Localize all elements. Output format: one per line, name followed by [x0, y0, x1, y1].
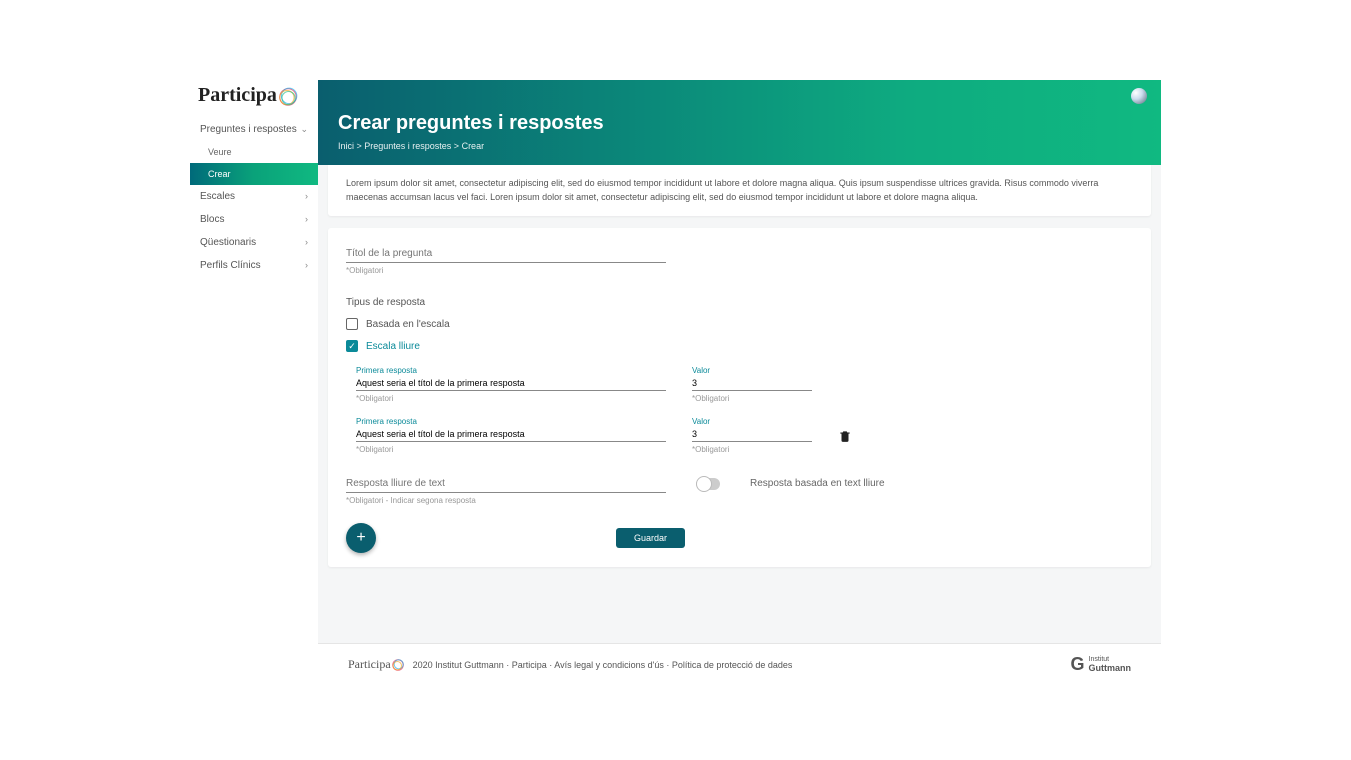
chevron-down-icon: ⌄	[300, 124, 308, 135]
sidebar-nav: Preguntes i respostes ⌄ Veure Crear Esca…	[190, 118, 318, 277]
responses-block: Primera resposta *Obligatori Valor *Obli…	[346, 366, 1133, 454]
sidebar-sub-veure[interactable]: Veure	[190, 141, 318, 163]
helper-text: *Obligatori	[692, 445, 812, 454]
breadcrumb: Inici > Preguntes i respostes > Crear	[338, 141, 1141, 151]
form-actions: + Guardar	[346, 523, 1133, 553]
info-card: Lorem ipsum dolor sit amet, consectetur …	[328, 165, 1151, 216]
chevron-right-icon: ›	[305, 214, 308, 224]
sidebar-item-questionaris[interactable]: Qüestionaris ›	[190, 231, 318, 254]
float-label: Primera resposta	[356, 366, 666, 375]
chevron-right-icon: ›	[305, 260, 308, 270]
float-label: Valor	[692, 366, 812, 375]
sidebar-sub-crear[interactable]: Crear	[190, 163, 318, 185]
sidebar-item-blocs[interactable]: Blocs ›	[190, 208, 318, 231]
footer: Participa 2020 Institut Guttmann · Parti…	[318, 643, 1161, 685]
response-value-input[interactable]	[692, 376, 812, 391]
add-response-button[interactable]: +	[346, 523, 376, 553]
checkbox-checked-icon	[346, 340, 358, 352]
float-label: Primera resposta	[356, 417, 666, 426]
free-text-col: *Obligatori - Indicar segona resposta	[346, 472, 666, 505]
sidebar-item-preguntes[interactable]: Preguntes i respostes ⌄	[190, 118, 318, 141]
float-label: Valor	[692, 417, 812, 426]
free-text-toggle[interactable]	[696, 478, 720, 490]
brand-swirl-icon	[277, 86, 299, 108]
free-text-row: *Obligatori - Indicar segona resposta Re…	[346, 472, 1133, 505]
g-mark-icon: G	[1070, 654, 1084, 675]
app-shell: Participa Preguntes i respostes ⌄ Veure …	[190, 80, 1161, 685]
response-row: Primera resposta *Obligatori Valor *Obli…	[356, 417, 1133, 454]
helper-text: *Obligatori - Indicar segona resposta	[346, 496, 666, 505]
page-body: Lorem ipsum dolor sit amet, consectetur …	[318, 165, 1161, 643]
sidebar-item-label: Qüestionaris	[200, 237, 256, 248]
sidebar-item-label: Perfils Clínics	[200, 260, 261, 271]
delete-response-button[interactable]	[838, 429, 852, 443]
sidebar-item-label: Preguntes i respostes	[200, 124, 297, 135]
helper-text: *Obligatori	[346, 266, 1133, 275]
plus-icon: +	[356, 529, 365, 547]
page-header: Crear preguntes i respostes Inici > Preg…	[318, 80, 1161, 165]
response-title-input[interactable]	[356, 376, 666, 391]
response-value-col: Valor *Obligatori	[692, 417, 812, 454]
helper-text: *Obligatori	[692, 394, 812, 403]
option-basada-escala[interactable]: Basada en l'escala	[346, 318, 1133, 330]
footer-brand: Participa	[348, 657, 405, 672]
page-title: Crear preguntes i respostes	[338, 112, 1141, 135]
question-title-input[interactable]	[346, 242, 666, 263]
chevron-right-icon: ›	[305, 191, 308, 201]
form-card: *Obligatori Tipus de resposta Basada en …	[328, 228, 1151, 567]
footer-left: Participa 2020 Institut Guttmann · Parti…	[348, 657, 792, 672]
free-text-input[interactable]	[346, 472, 666, 493]
sidebar-item-perfils[interactable]: Perfils Clínics ›	[190, 254, 318, 277]
org-main: Guttmann	[1089, 663, 1132, 673]
response-row: Primera resposta *Obligatori Valor *Obli…	[356, 366, 1133, 403]
footer-org-logo: G Institut Guttmann	[1070, 654, 1131, 675]
brand-logo: Participa	[190, 80, 318, 118]
save-button[interactable]: Guardar	[616, 528, 685, 548]
sidebar-item-escales[interactable]: Escales ›	[190, 185, 318, 208]
toggle-label: Resposta basada en text lliure	[750, 478, 885, 489]
question-title-field: *Obligatori	[346, 242, 1133, 275]
sidebar-item-label: Blocs	[200, 214, 224, 225]
response-value-col: Valor *Obligatori	[692, 366, 812, 403]
option-label: Escala lliure	[366, 341, 420, 352]
info-text: Lorem ipsum dolor sit amet, consectetur …	[346, 178, 1098, 202]
response-title-col: Primera resposta *Obligatori	[356, 417, 666, 454]
main: Crear preguntes i respostes Inici > Preg…	[318, 80, 1161, 685]
helper-text: *Obligatori	[356, 445, 666, 454]
option-escala-lliure[interactable]: Escala lliure	[346, 340, 1133, 352]
sidebar: Participa Preguntes i respostes ⌄ Veure …	[190, 80, 318, 685]
trash-icon	[838, 429, 852, 443]
response-type-label: Tipus de resposta	[346, 297, 1133, 308]
footer-text: 2020 Institut Guttmann · Participa · Aví…	[413, 660, 793, 670]
option-label: Basada en l'escala	[366, 319, 450, 330]
response-title-col: Primera resposta *Obligatori	[356, 366, 666, 403]
chevron-right-icon: ›	[305, 237, 308, 247]
sidebar-item-label: Escales	[200, 191, 235, 202]
checkbox-icon	[346, 318, 358, 330]
avatar[interactable]	[1131, 88, 1147, 104]
brand-swirl-icon	[391, 658, 405, 672]
response-value-input[interactable]	[692, 427, 812, 442]
brand-name: Participa	[198, 84, 277, 107]
response-title-input[interactable]	[356, 427, 666, 442]
helper-text: *Obligatori	[356, 394, 666, 403]
